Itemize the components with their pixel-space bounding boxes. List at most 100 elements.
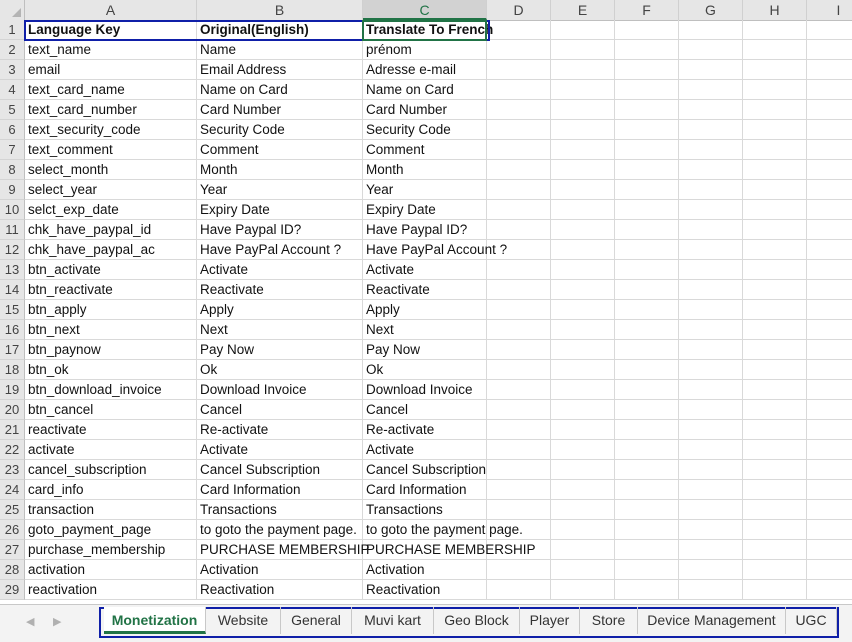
cell-h[interactable]	[743, 380, 807, 400]
cell-f[interactable]	[615, 260, 679, 280]
cell-b[interactable]: Cancel	[197, 400, 363, 420]
row-header[interactable]: 22	[0, 440, 25, 460]
row-header[interactable]: 24	[0, 480, 25, 500]
row-header[interactable]: 6	[0, 120, 25, 140]
cell-f[interactable]	[615, 360, 679, 380]
cell-f[interactable]	[615, 160, 679, 180]
cell-b[interactable]: Activate	[197, 440, 363, 460]
cell-i[interactable]	[807, 200, 852, 220]
column-header-h[interactable]: H	[743, 0, 807, 20]
cell-g[interactable]	[679, 420, 743, 440]
sheet-tab-ugc[interactable]: UGC	[786, 607, 837, 634]
cell-g[interactable]	[679, 240, 743, 260]
cell-g[interactable]	[679, 200, 743, 220]
cell-a[interactable]: selct_exp_date	[25, 200, 197, 220]
cell-a[interactable]: text_card_number	[25, 100, 197, 120]
cell-e[interactable]	[551, 240, 615, 260]
column-header-d[interactable]: D	[487, 0, 551, 20]
cell-b[interactable]: Activation	[197, 560, 363, 580]
cell-a[interactable]: Language Key	[25, 20, 197, 40]
sheet-tab-player[interactable]: Player	[520, 607, 580, 634]
row-header[interactable]: 23	[0, 460, 25, 480]
cell-g[interactable]	[679, 140, 743, 160]
cell-c[interactable]: Card Information	[363, 480, 487, 500]
cell-h[interactable]	[743, 60, 807, 80]
cell-h[interactable]	[743, 220, 807, 240]
cell-e[interactable]	[551, 20, 615, 40]
cell-c[interactable]: Month	[363, 160, 487, 180]
cell-c[interactable]: Card Number	[363, 100, 487, 120]
cell-c[interactable]: Apply	[363, 300, 487, 320]
cell-g[interactable]	[679, 580, 743, 600]
column-header-a[interactable]: A	[25, 0, 197, 20]
cell-e[interactable]	[551, 200, 615, 220]
cell-h[interactable]	[743, 320, 807, 340]
cell-g[interactable]	[679, 300, 743, 320]
cell-i[interactable]	[807, 80, 852, 100]
row-header[interactable]: 17	[0, 340, 25, 360]
cell-d[interactable]	[487, 460, 551, 480]
cell-h[interactable]	[743, 580, 807, 600]
cell-b[interactable]: Cancel Subscription	[197, 460, 363, 480]
cell-a[interactable]: reactivate	[25, 420, 197, 440]
cell-f[interactable]	[615, 520, 679, 540]
cell-h[interactable]	[743, 540, 807, 560]
cell-g[interactable]	[679, 40, 743, 60]
cell-e[interactable]	[551, 460, 615, 480]
cell-d[interactable]	[487, 560, 551, 580]
cell-i[interactable]	[807, 60, 852, 80]
column-header-c[interactable]: C	[363, 0, 487, 20]
cell-d[interactable]	[487, 320, 551, 340]
cell-c[interactable]: Reactivate	[363, 280, 487, 300]
column-header-i[interactable]: I	[807, 0, 852, 20]
cell-e[interactable]	[551, 300, 615, 320]
cell-d[interactable]	[487, 140, 551, 160]
cell-a[interactable]: chk_have_paypal_ac	[25, 240, 197, 260]
cell-c[interactable]: Translate To French	[363, 20, 493, 40]
cell-d[interactable]	[487, 480, 551, 500]
cell-b[interactable]: Card Information	[197, 480, 363, 500]
cell-f[interactable]	[615, 120, 679, 140]
row-header[interactable]: 28	[0, 560, 25, 580]
cell-f[interactable]	[615, 140, 679, 160]
cell-d[interactable]	[487, 540, 551, 560]
cell-c[interactable]: Pay Now	[363, 340, 487, 360]
cell-d[interactable]	[487, 280, 551, 300]
next-sheet-icon[interactable]: ▶	[53, 615, 61, 628]
cell-h[interactable]	[743, 20, 807, 40]
cell-g[interactable]	[679, 100, 743, 120]
cell-i[interactable]	[807, 220, 852, 240]
cell-f[interactable]	[615, 20, 679, 40]
cell-e[interactable]	[551, 320, 615, 340]
cell-h[interactable]	[743, 420, 807, 440]
cell-d[interactable]	[487, 100, 551, 120]
prev-sheet-icon[interactable]: ◀	[26, 615, 34, 628]
row-header[interactable]: 9	[0, 180, 25, 200]
cell-c[interactable]: Comment	[363, 140, 487, 160]
cell-g[interactable]	[679, 360, 743, 380]
cell-i[interactable]	[807, 480, 852, 500]
cell-i[interactable]	[807, 360, 852, 380]
column-header-g[interactable]: G	[679, 0, 743, 20]
cell-g[interactable]	[679, 260, 743, 280]
cell-i[interactable]	[807, 540, 852, 560]
cell-b[interactable]: Card Number	[197, 100, 363, 120]
cell-e[interactable]	[551, 520, 615, 540]
cell-c[interactable]: Activation	[363, 560, 487, 580]
cell-g[interactable]	[679, 340, 743, 360]
cell-f[interactable]	[615, 240, 679, 260]
cell-f[interactable]	[615, 340, 679, 360]
cell-h[interactable]	[743, 120, 807, 140]
cell-h[interactable]	[743, 280, 807, 300]
cell-h[interactable]	[743, 140, 807, 160]
cell-h[interactable]	[743, 340, 807, 360]
cell-i[interactable]	[807, 460, 852, 480]
cell-d[interactable]	[487, 60, 551, 80]
row-header[interactable]: 3	[0, 60, 25, 80]
cell-f[interactable]	[615, 80, 679, 100]
cell-c[interactable]: Security Code	[363, 120, 487, 140]
cell-c[interactable]: Ok	[363, 360, 487, 380]
cell-a[interactable]: text_comment	[25, 140, 197, 160]
cell-d[interactable]	[487, 40, 551, 60]
row-header[interactable]: 27	[0, 540, 25, 560]
